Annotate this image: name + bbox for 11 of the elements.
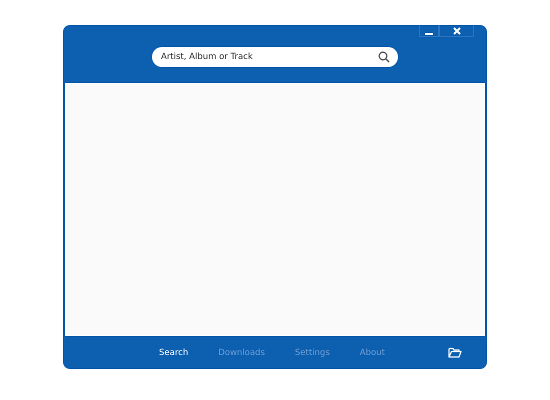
folder-icon[interactable] [448,347,462,358]
close-button[interactable] [439,25,474,37]
minimize-button[interactable] [419,25,439,37]
minimize-icon [425,32,433,34]
nav-tab[interactable]: Settings [294,348,330,358]
search-field[interactable]: Artist, Album or Track [152,47,398,67]
nav-tab[interactable]: Downloads [218,348,265,358]
nav-tab[interactable]: About [360,348,385,358]
close-icon [452,26,462,36]
search-icon [378,51,390,63]
nav-tab[interactable]: Search [159,348,188,358]
